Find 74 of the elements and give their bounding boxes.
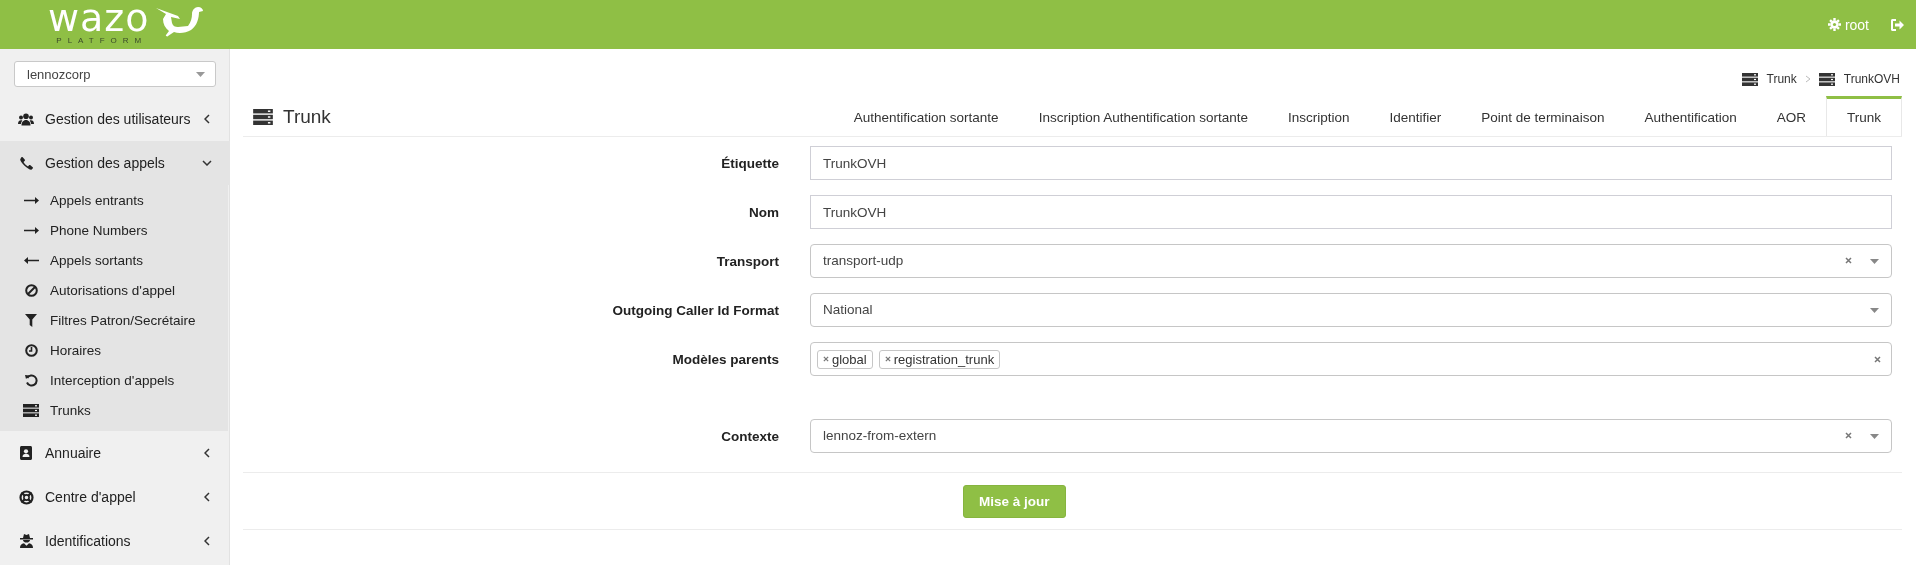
server-icon [23,403,39,417]
sidebar-group[interactable]: Gestion des appels [0,141,230,185]
server-icon [253,109,273,125]
clear-icon [1845,432,1852,439]
caret-down-icon [196,71,205,77]
sidebar-item[interactable]: Horaires [0,335,228,365]
incognito-icon [19,534,33,548]
ban-icon [24,283,38,297]
tag-chip[interactable]: registration_trunk [878,349,1001,369]
tab[interactable]: Inscription [1268,96,1370,136]
chevron-down-icon [202,160,212,166]
sidebar-item[interactable]: Interception d'appels [0,365,228,395]
logout-icon[interactable] [1891,18,1904,31]
sidebar-group[interactable]: Gestion des utilisateurs [0,97,230,141]
remove-icon [884,356,891,362]
tab[interactable]: AOR [1756,96,1826,136]
field-label: Transport [715,253,779,269]
tab[interactable]: Identifier [1369,96,1462,136]
settings-icon [1827,18,1841,31]
field-label: Contexte [720,428,779,444]
sidebar-group[interactable]: Annuaire [0,431,230,475]
text-input[interactable]: TrunkOVH [810,146,1892,180]
text-input[interactable]: TrunkOVH [810,195,1892,229]
caret-down-icon [1870,259,1879,264]
tenant-dropdown[interactable]: lennozcorp [14,61,216,87]
caret-down-icon [1870,434,1879,439]
contact-book-icon [20,446,32,460]
tab[interactable]: Inscription Authentification sortante [1018,96,1268,136]
breadcrumb-separator-icon [1804,75,1811,83]
sidebar-item[interactable]: Appels entrants [0,185,228,215]
clear-icon [1845,257,1852,264]
tab[interactable]: Authentification sortante [833,96,1019,136]
select-field[interactable]: lennoz-from-extern [810,419,1892,453]
breadcrumb-link[interactable]: Trunk [1766,72,1797,86]
remove-icon [823,356,829,362]
chevron-left-icon [204,536,210,546]
logo-subtitle: PLATFORM [55,36,148,45]
chevron-left-icon [204,114,210,124]
chevron-left-icon [204,448,210,458]
tags-field[interactable]: global registration_trunk [810,342,1892,376]
clock-icon [24,343,38,357]
arrow-left-icon [23,255,39,265]
tab[interactable]: Authentification [1624,96,1757,136]
sidebar-item[interactable]: Autorisations d'appel [0,275,228,305]
select-field[interactable]: National [810,293,1892,327]
logo-text: wazo [48,0,150,37]
sidebar-item[interactable]: Appels sortants [0,245,228,275]
lifebuoy-icon [18,489,34,505]
field-label: Outgoing Caller Id Format [611,302,779,318]
sidebar-item[interactable]: Trunks [0,395,228,425]
sidebar-group[interactable]: Centre d'appel [0,475,230,519]
field-label: Nom [748,204,779,220]
chevron-left-icon [204,492,210,502]
clear-icon [1874,355,1881,363]
field-label: Modèles parents [671,351,779,367]
tab[interactable]: Trunk [1826,96,1902,136]
tag-chip[interactable]: global [817,349,873,369]
tab[interactable]: Point de terminaison [1461,96,1625,136]
select-field[interactable]: transport-udp [810,244,1892,278]
arrow-right-icon [23,195,39,205]
history-icon [24,373,38,387]
users-icon [18,112,34,126]
caret-down-icon [1870,308,1879,313]
server-icon [1741,72,1758,86]
sidebar-item[interactable]: Phone Numbers [0,215,228,245]
sidebar-group[interactable]: Identifications [0,519,230,563]
sidebar-item[interactable]: Filtres Patron/Secrétaire [0,305,228,335]
breadcrumb-link[interactable]: TrunkOVH [1843,72,1900,86]
server-icon [1818,72,1835,86]
page-title: Trunk [283,106,331,128]
field-label: Étiquette [720,155,779,171]
filter-icon [25,313,37,327]
phone-icon [19,156,33,170]
arrow-right-icon [23,225,39,235]
